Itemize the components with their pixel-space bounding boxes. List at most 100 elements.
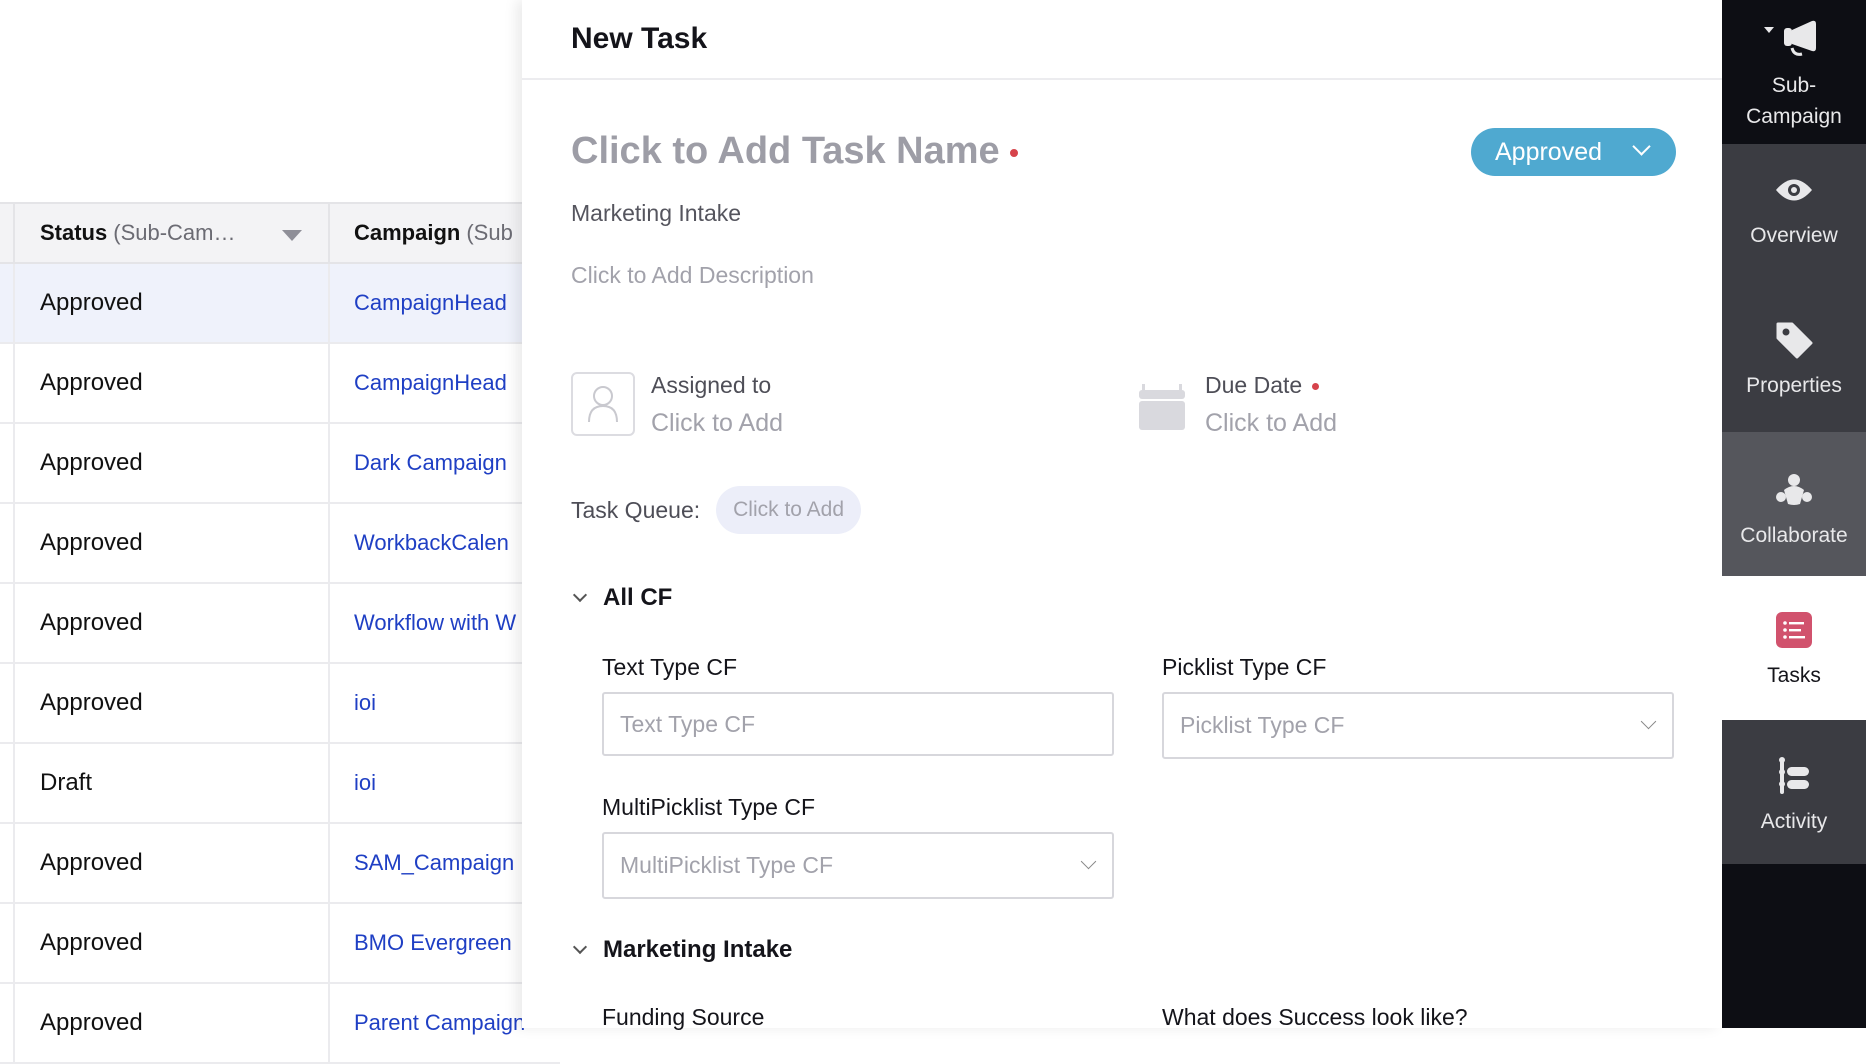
tag-icon — [1774, 318, 1814, 362]
column-header-status[interactable]: Status (Sub-Cam… — [15, 204, 330, 262]
section-toggle-marketing-intake[interactable]: Marketing Intake — [571, 936, 792, 964]
status-cell: Draft — [15, 744, 330, 822]
collaborate-icon — [1774, 468, 1814, 512]
status-dropdown-button[interactable]: Approved — [1471, 128, 1676, 176]
row-stub — [0, 664, 15, 742]
select-placeholder: Picklist Type CF — [1180, 712, 1345, 738]
table-row[interactable]: Approved CampaignHead — [0, 264, 560, 344]
row-stub — [0, 264, 15, 342]
user-placeholder-icon — [571, 372, 635, 436]
rail-item-activity[interactable]: Activity — [1722, 720, 1866, 864]
chevron-down-icon — [572, 939, 588, 955]
column-subtitle: (Sub — [466, 220, 513, 245]
funding-source-label: Funding Source — [602, 1004, 765, 1030]
rail-item-tasks[interactable]: Tasks — [1722, 576, 1866, 720]
row-stub — [0, 344, 15, 422]
due-date-field[interactable]: Due Date Click to Add — [1139, 372, 1337, 438]
picklist-type-cf-label: Picklist Type CF — [1162, 654, 1327, 680]
status-cell: Approved — [15, 904, 330, 982]
task-queue-field: Task Queue: Click to Add — [571, 486, 862, 534]
task-queue-label: Task Queue: — [571, 496, 701, 523]
status-label: Approved — [1495, 137, 1603, 166]
table-row[interactable]: Approved CampaignHead — [0, 344, 560, 424]
chevron-down-icon — [1632, 137, 1651, 156]
assigned-to-value[interactable]: Click to Add — [651, 409, 783, 438]
table-header: Status (Sub-Cam… Campaign (Sub — [0, 202, 560, 264]
chevron-down-icon — [1640, 713, 1657, 730]
row-stub — [0, 824, 15, 902]
status-cell: Approved — [15, 824, 330, 902]
required-indicator — [1009, 148, 1018, 157]
table-row[interactable]: Approved WorkbackCalen — [0, 504, 560, 584]
task-name-field[interactable]: Click to Add Task Name — [571, 130, 1018, 173]
row-stub — [0, 904, 15, 982]
table-row[interactable]: Approved SAM_Campaign — [0, 824, 560, 904]
table-body: Approved CampaignHead Approved CampaignHead… — [0, 264, 560, 1064]
row-stub — [0, 584, 15, 662]
table-row[interactable]: Approved Workflow with W — [0, 584, 560, 664]
new-task-panel: New Task Click to Add Task Name Approved… — [522, 0, 1722, 1030]
tasks-icon — [1776, 608, 1812, 652]
text-type-cf-input[interactable]: Text Type CF — [602, 692, 1114, 756]
row-stub — [0, 984, 15, 1062]
column-title: Campaign — [354, 220, 461, 245]
input-placeholder: Text Type CF — [620, 710, 756, 737]
table-row[interactable]: Approved BMO Evergreen — [0, 904, 560, 984]
status-cell: Approved — [15, 984, 330, 1062]
status-cell: Approved — [15, 344, 330, 422]
column-stub — [0, 204, 15, 262]
status-cell: Approved — [15, 264, 330, 342]
table-row[interactable]: Approved ioi — [0, 664, 560, 744]
due-date-value[interactable]: Click to Add — [1205, 409, 1337, 438]
rail-item-overview[interactable]: Overview — [1722, 168, 1866, 251]
task-type-label: Marketing Intake — [571, 200, 742, 226]
table-row[interactable]: Approved Parent Campaign — [0, 984, 560, 1064]
success-criteria-label: What does Success look like? — [1162, 1004, 1468, 1030]
rail-label: Campaign — [1746, 105, 1842, 128]
row-stub — [0, 744, 15, 822]
sort-dropdown-icon[interactable] — [282, 230, 302, 241]
section-title: Marketing Intake — [603, 936, 793, 963]
column-subtitle: (Sub-Cam… — [113, 220, 236, 245]
status-cell: Approved — [15, 664, 330, 742]
chevron-down-icon — [572, 587, 588, 603]
select-placeholder: MultiPicklist Type CF — [620, 852, 834, 878]
right-nav-rail: Sub- Campaign Overview Properties Collabo… — [1722, 0, 1866, 1028]
sub-campaign-table: Status (Sub-Cam… Campaign (Sub Approved C… — [0, 202, 560, 1064]
column-title: Status — [40, 220, 108, 245]
background-list-area: Status (Sub-Cam… Campaign (Sub Approved C… — [0, 0, 560, 1064]
calendar-icon — [1139, 380, 1185, 430]
megaphone-icon — [1762, 16, 1826, 60]
assigned-to-field[interactable]: Assigned to Click to Add — [571, 372, 783, 438]
multipicklist-type-cf-label: MultiPicklist Type CF — [602, 794, 816, 820]
rail-item-properties[interactable]: Properties — [1722, 318, 1866, 401]
required-indicator — [1312, 383, 1320, 391]
due-date-label: Due Date — [1205, 372, 1303, 398]
row-stub — [0, 424, 15, 502]
section-toggle-all-cf[interactable]: All CF — [571, 584, 672, 612]
task-name-placeholder: Click to Add Task Name — [571, 130, 1000, 172]
assigned-to-label: Assigned to — [651, 372, 772, 398]
description-field[interactable]: Click to Add Description — [571, 262, 814, 289]
eye-icon — [1774, 168, 1814, 212]
rail-label: Overview — [1750, 224, 1838, 247]
activity-icon — [1776, 754, 1812, 798]
table-row[interactable]: Approved Dark Campaign — [0, 424, 560, 504]
status-cell: Approved — [15, 424, 330, 502]
multipicklist-type-cf-select[interactable]: MultiPicklist Type CF — [602, 832, 1114, 899]
rail-label: Tasks — [1767, 664, 1821, 687]
section-title: All CF — [603, 584, 673, 611]
task-queue-add-button[interactable]: Click to Add — [716, 486, 862, 534]
rail-label: Activity — [1760, 810, 1828, 833]
rail-label: Sub- — [1771, 74, 1817, 97]
rail-label: Properties — [1746, 374, 1842, 397]
status-cell: Approved — [15, 584, 330, 662]
row-stub — [0, 504, 15, 582]
table-row[interactable]: Draft ioi — [0, 744, 560, 824]
rail-label: Collaborate — [1740, 524, 1848, 547]
panel-title: New Task — [522, 0, 1722, 80]
rail-item-sub-campaign[interactable]: Sub- Campaign — [1722, 0, 1866, 144]
chevron-down-icon — [1080, 853, 1097, 870]
picklist-type-cf-select[interactable]: Picklist Type CF — [1162, 692, 1674, 759]
rail-item-collaborate[interactable]: Collaborate — [1722, 432, 1866, 576]
